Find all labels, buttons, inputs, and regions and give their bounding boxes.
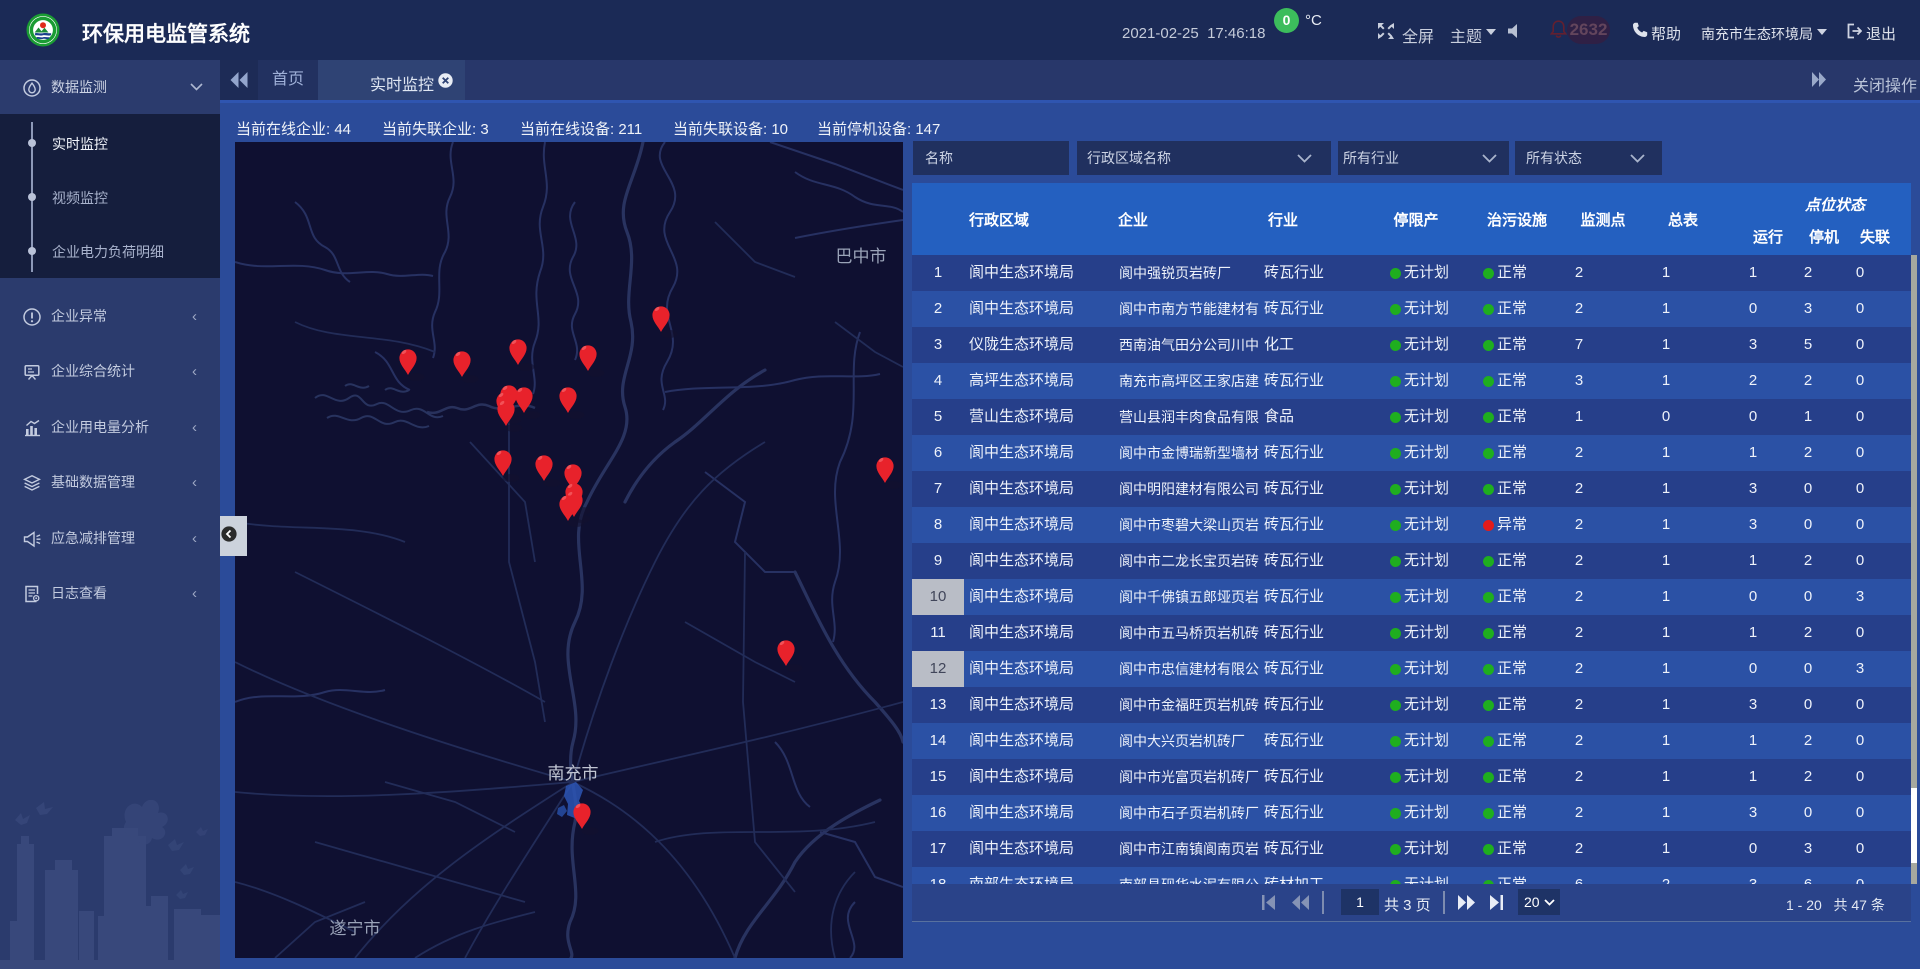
svg-text:巴中市: 巴中市	[836, 247, 887, 266]
svg-text:遂宁市: 遂宁市	[330, 919, 381, 938]
svg-text:南充市: 南充市	[548, 764, 599, 783]
